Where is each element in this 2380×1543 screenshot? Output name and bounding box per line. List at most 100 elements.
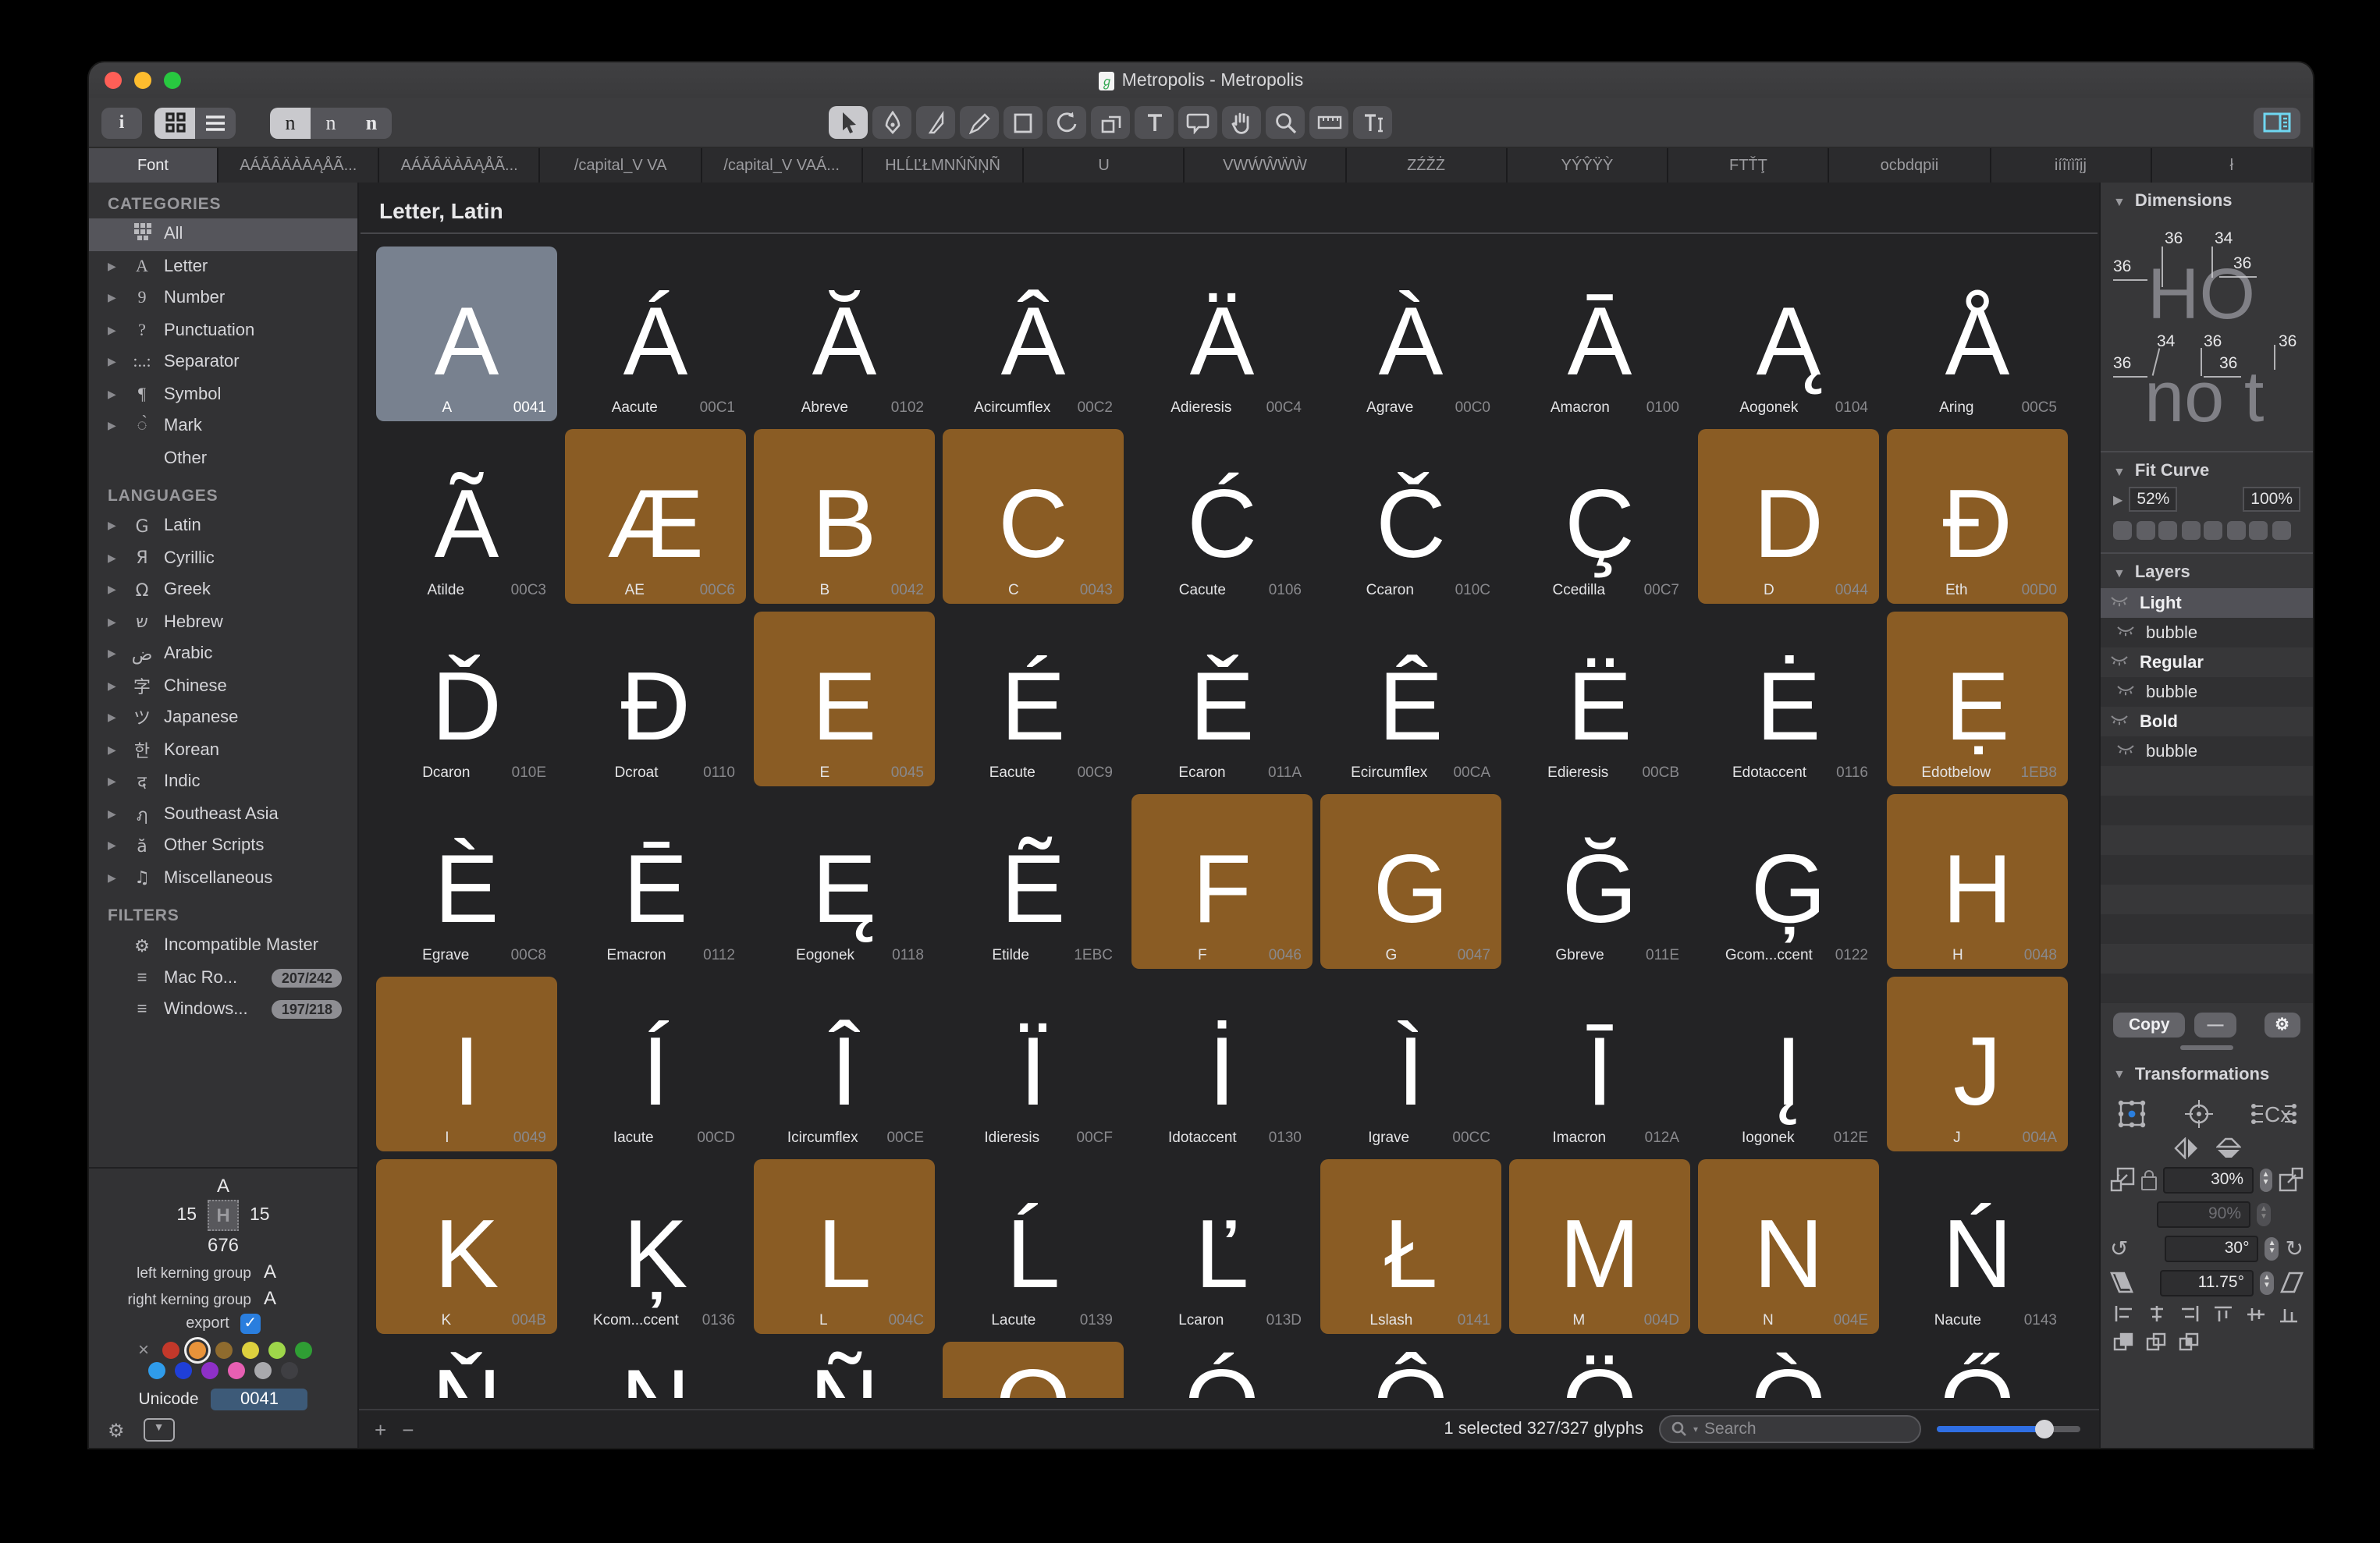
glyph-cell-partial[interactable]: Ô (1320, 1342, 1501, 1398)
color-swatch-7[interactable] (175, 1362, 192, 1379)
glyph-cell-C[interactable]: CC0043 (943, 429, 1124, 604)
sidebar-item-indic[interactable]: ▶दIndic (89, 766, 357, 798)
glyph-cell-G[interactable]: GG0047 (1320, 794, 1501, 969)
copy-layer-button[interactable]: Copy (2113, 1013, 2186, 1038)
right-sidebearing-value[interactable]: 15 (250, 1206, 270, 1225)
left-kerning-value[interactable]: A (264, 1261, 276, 1282)
subtract-shapes-icon[interactable] (2146, 1332, 2166, 1350)
dimensions-section-header[interactable]: ▼Dimensions (2101, 183, 2313, 217)
flip-vertical-icon[interactable] (2216, 1137, 2241, 1158)
glyph-cell-Eacute[interactable]: ÉEacute00C9 (943, 612, 1124, 786)
glyph-cell-Etilde[interactable]: ẼEtilde1EBC (943, 794, 1124, 969)
zoom-tool[interactable] (1266, 106, 1305, 139)
glyph-cell-Lacute[interactable]: ĹLacute0139 (943, 1159, 1124, 1334)
tab-5[interactable]: HLĹĽŁMNŃŇŅÑ (863, 148, 1024, 183)
intersect-shapes-icon[interactable] (2179, 1332, 2199, 1350)
measure-tool[interactable] (1309, 106, 1348, 139)
add-glyph-button[interactable]: + (375, 1417, 386, 1441)
fit-curve-step-4[interactable] (2204, 521, 2222, 540)
transform-context-icon[interactable]: Cx (2250, 1099, 2297, 1127)
layer-row-bold[interactable]: Bold (2101, 707, 2313, 736)
sidebar-item-korean[interactable]: ▶한Korean (89, 734, 357, 766)
glyph-cell-Acircumflex[interactable]: ÂAcircumflex00C2 (943, 247, 1124, 421)
tab-9[interactable]: YÝŶŸỲ (1508, 148, 1668, 183)
glyph-cell-Nacute[interactable]: ŃNacute0143 (1887, 1159, 2068, 1334)
glyph-cell-Aacute[interactable]: ÁAacute00C1 (565, 247, 746, 421)
layer-row-regular[interactable]: Regular (2101, 647, 2313, 677)
pen-tool[interactable] (872, 106, 911, 139)
clear-color-swatch[interactable]: × (134, 1342, 153, 1359)
tab-4[interactable]: /capital_V VAÁ... (702, 148, 862, 183)
eye-closed-icon[interactable] (2110, 653, 2132, 672)
eye-closed-icon[interactable] (2110, 712, 2132, 731)
sidebar-item-latin[interactable]: ▶GLatin (89, 510, 357, 542)
glyph-cell-Adieresis[interactable]: ÄAdieresis00C4 (1131, 247, 1313, 421)
transformations-header[interactable]: ▼Transformations (2110, 1055, 2304, 1090)
slant-right-icon[interactable] (2280, 1272, 2304, 1293)
fit-curve-step-1[interactable] (2136, 521, 2154, 540)
eye-closed-icon[interactable] (2116, 623, 2138, 642)
rotate-ccw-icon[interactable]: ↺ (2110, 1235, 2128, 1261)
weight-button-0[interactable]: n (270, 107, 311, 138)
color-swatch-4[interactable] (268, 1342, 286, 1359)
align-center-horizontal-icon[interactable] (2146, 1304, 2168, 1324)
color-swatch-1[interactable] (189, 1342, 206, 1359)
grid-view-icon[interactable] (155, 107, 195, 138)
sidebar-item-separator[interactable]: ▶:..:Separator (89, 346, 357, 378)
tab-2[interactable]: AÁĂÂÄÀĀĄÅÃ... (379, 148, 540, 183)
fit-curve-min-field[interactable]: 52% (2129, 487, 2177, 512)
fit-curve-header[interactable]: ▼Fit Curve (2101, 452, 2313, 487)
transform-origin-reference-icon[interactable] (2183, 1098, 2215, 1129)
glyph-cell-Abreve[interactable]: ĂAbreve0102 (754, 247, 935, 421)
color-swatch-2[interactable] (215, 1342, 233, 1359)
glyph-cell-Egrave[interactable]: ÈEgrave00C8 (376, 794, 557, 969)
primitives-tool[interactable] (1004, 106, 1043, 139)
slant-left-icon[interactable] (2110, 1272, 2133, 1293)
rotate-tool[interactable] (1047, 106, 1086, 139)
glyph-cell-AE[interactable]: ÆAE00C6 (565, 429, 746, 604)
text-tool[interactable] (1135, 106, 1174, 139)
sidebar-item-other[interactable]: Other (89, 442, 357, 474)
slant-stepper[interactable]: ▲▼ (2260, 1271, 2274, 1294)
glyph-cell-Igrave[interactable]: ÌIgrave00CC (1320, 977, 1501, 1151)
slant-value-field[interactable]: 11.75° (2160, 1269, 2254, 1296)
glyph-cell-Ecircumflex[interactable]: ÊEcircumflex00CA (1320, 612, 1501, 786)
scale-down-icon[interactable] (2110, 1167, 2135, 1192)
rotate-stepper[interactable]: ▲▼ (2265, 1236, 2279, 1260)
glyph-cell-L[interactable]: LL004C (754, 1159, 935, 1334)
scale-stepper[interactable]: ▲▼ (2259, 1168, 2272, 1191)
layer-row-bubble[interactable]: bubble (2101, 677, 2313, 707)
eye-closed-icon[interactable] (2110, 594, 2132, 612)
metrics-tool[interactable] (1353, 106, 1392, 139)
glyph-cell-Lslash[interactable]: ŁLslash0141 (1320, 1159, 1501, 1334)
glyph-cell-Agrave[interactable]: ÀAgrave00C0 (1320, 247, 1501, 421)
rotate-cw-icon[interactable]: ↻ (2286, 1235, 2304, 1261)
dropdown-box-icon[interactable]: ▼ (144, 1418, 175, 1442)
sidebar-item-all[interactable]: All (89, 218, 357, 250)
tab-10[interactable]: FTŤŢ (1668, 148, 1829, 183)
glyph-cell-Dcroat[interactable]: ĐDcroat0110 (565, 612, 746, 786)
glyph-cell-Ccaron[interactable]: ČCcaron010C (1320, 429, 1501, 604)
hand-tool[interactable] (1222, 106, 1261, 139)
layer-row-bubble[interactable]: bubble (2101, 618, 2313, 647)
flip-horizontal-icon[interactable] (2172, 1137, 2201, 1158)
fit-curve-step-7[interactable] (2272, 521, 2290, 540)
color-swatch-6[interactable] (148, 1362, 165, 1379)
sidebar-item-mark[interactable]: ▶◌̀Mark (89, 410, 357, 442)
glyph-cell-Imacron[interactable]: ĪImacron012A (1509, 977, 1690, 1151)
filter-item-windows-[interactable]: ≡Windows...197/218 (89, 994, 357, 1026)
tab-3[interactable]: /capital_V VA (541, 148, 702, 183)
glyph-cell-Cacute[interactable]: ĆCacute0106 (1131, 429, 1313, 604)
glyph-cell-Gcom...ccent[interactable]: ĢGcom...ccent0122 (1698, 794, 1879, 969)
glyph-cell-Eogonek[interactable]: ĘEogonek0118 (754, 794, 935, 969)
glyph-cell-Idotaccent[interactable]: İIdotaccent0130 (1131, 977, 1313, 1151)
tab-1[interactable]: AÁĂÂÄÀĀĄÅÃ... (218, 148, 379, 183)
color-swatch-5[interactable] (295, 1342, 312, 1359)
sidebar-item-cyrillic[interactable]: ▶ЯCyrillic (89, 542, 357, 574)
layers-header[interactable]: ▼Layers (2101, 554, 2313, 588)
tab-8[interactable]: ZŹŽŻ (1346, 148, 1507, 183)
glyph-cell-Icircumflex[interactable]: ÎIcircumflex00CE (754, 977, 935, 1151)
transform-tool[interactable] (1091, 106, 1130, 139)
color-swatch-11[interactable] (281, 1362, 298, 1379)
transform-origin-bbox-icon[interactable] (2116, 1098, 2147, 1129)
